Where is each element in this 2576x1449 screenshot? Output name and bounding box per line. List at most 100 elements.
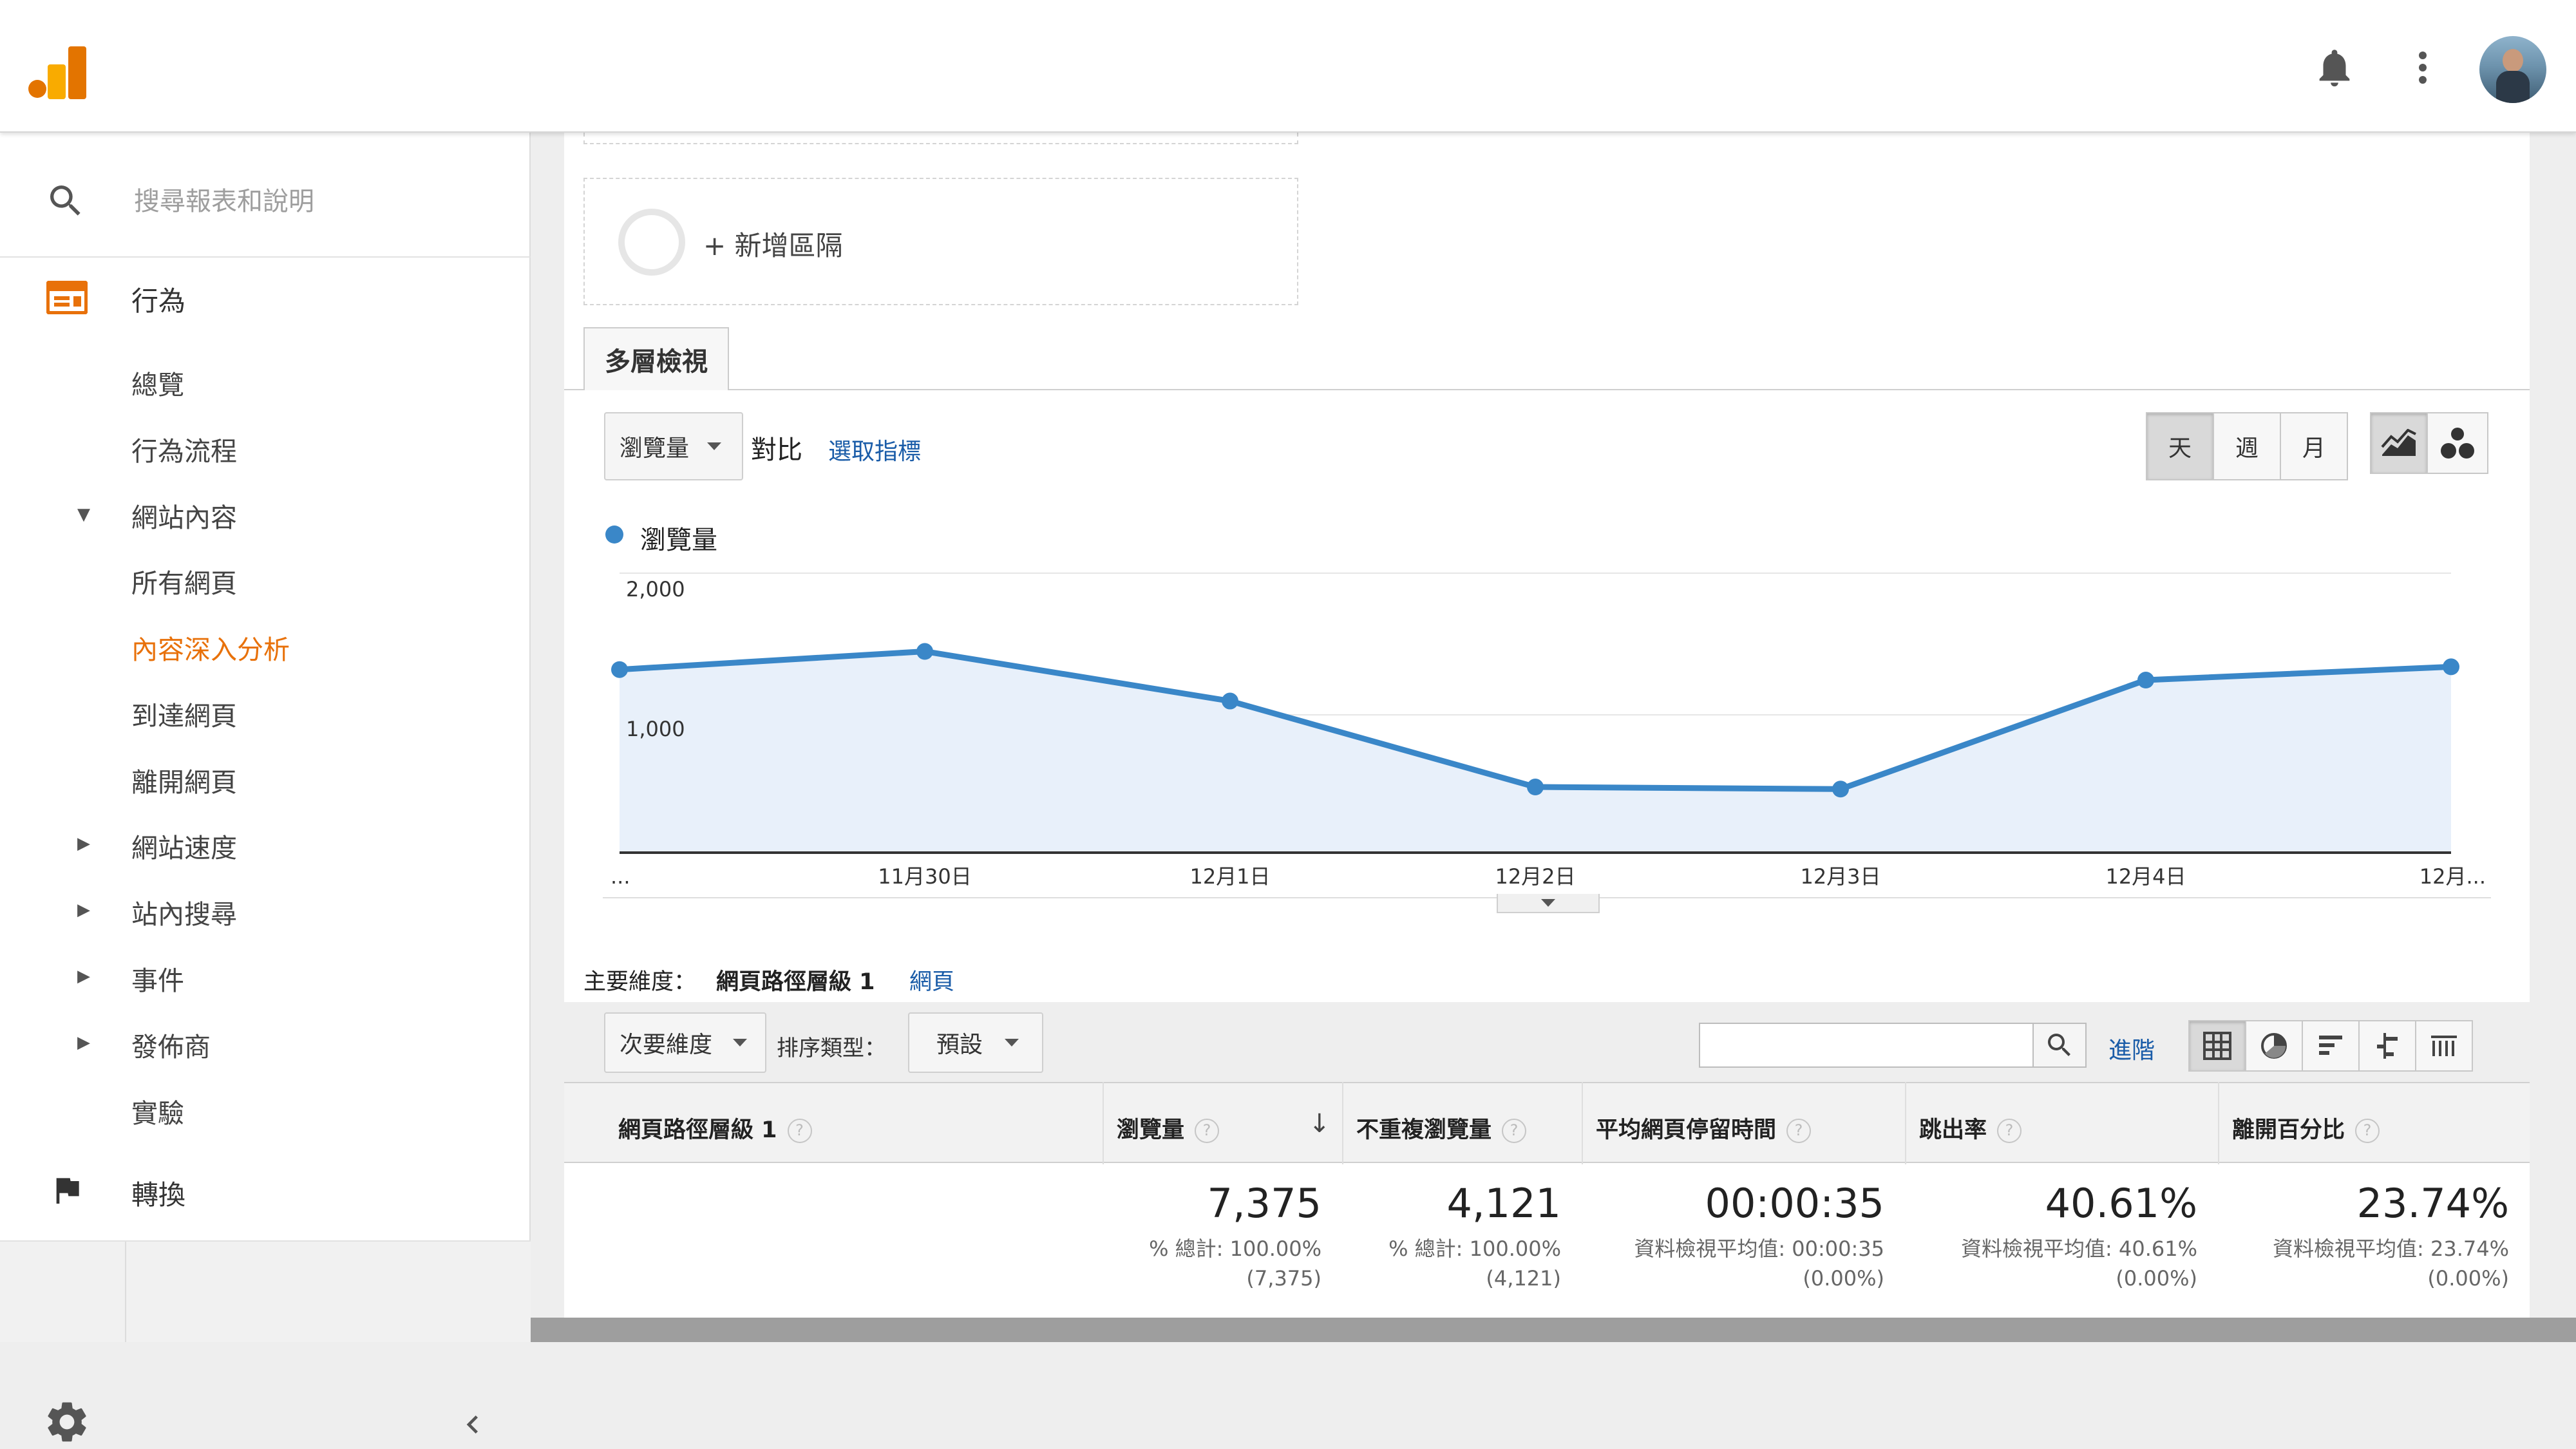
settings-gear-icon[interactable]: [43, 1397, 91, 1446]
add-segment-label[interactable]: + 新增區隔: [703, 224, 843, 263]
sort-descending-arrow-icon[interactable]: ↓: [1309, 1109, 1331, 1139]
divider: [0, 256, 531, 258]
secondary-dimension-label: 次要維度: [620, 1032, 713, 1058]
sort-type-select[interactable]: 預設: [908, 1012, 1043, 1073]
column-header-page-path[interactable]: 網頁路徑層級 1?: [618, 1112, 812, 1144]
sidebar-item-overview[interactable]: 總覽: [131, 363, 184, 402]
sidebar-item-content-drilldown[interactable]: 內容深入分析: [131, 628, 290, 667]
sort-type-value: 預設: [936, 1032, 983, 1058]
view-pie-toggle[interactable]: [2245, 1020, 2303, 1072]
column-header-label: 離開百分比: [2232, 1117, 2345, 1143]
avatar[interactable]: [2479, 36, 2546, 103]
help-icon[interactable]: ?: [787, 1119, 812, 1143]
flag-icon: [49, 1171, 85, 1209]
view-comparison-toggle[interactable]: [2358, 1020, 2416, 1072]
behavior-icon: [46, 280, 88, 315]
expand-right-icon[interactable]: ▶: [77, 834, 90, 853]
legend-label: 瀏覽量: [640, 526, 717, 555]
vs-label: 對比: [751, 435, 802, 465]
total-unique-pageviews-percent: % 總計: 100.00%: [1388, 1236, 1561, 1261]
granularity-day-button[interactable]: 天: [2146, 412, 2214, 480]
column-header-bounce-rate[interactable]: 跳出率?: [1919, 1112, 2022, 1144]
analytics-logo[interactable]: [28, 43, 86, 100]
line-chart-icon: [2381, 429, 2416, 456]
data-point[interactable]: [1832, 781, 1849, 798]
sidebar-item-publisher[interactable]: 發佈商: [131, 1025, 211, 1064]
column-header-exit-rate[interactable]: 離開百分比?: [2232, 1112, 2380, 1144]
horizontal-scrollbar[interactable]: [531, 1318, 2576, 1342]
total-bounce-rate-delta: (0.00%): [2116, 1266, 2197, 1291]
advanced-filter-link[interactable]: 進階: [2108, 1032, 2155, 1065]
data-point[interactable]: [611, 661, 628, 678]
comparison-icon: [2377, 1033, 2398, 1059]
sidebar-item-experiments[interactable]: 實驗: [131, 1092, 184, 1130]
sort-type-label: 排序類型：: [777, 1036, 886, 1061]
sidebar-item-site-search[interactable]: 站內搜尋: [131, 893, 237, 931]
expand-right-icon[interactable]: ▶: [77, 1033, 90, 1052]
line-chart-toggle[interactable]: [2370, 412, 2428, 474]
dimension-page-link[interactable]: 網頁: [909, 963, 954, 996]
sidebar-footer: [0, 1242, 531, 1342]
nav-section-conversions[interactable]: 轉換: [131, 1173, 185, 1213]
view-performance-toggle[interactable]: [2302, 1020, 2360, 1072]
tab-explorer[interactable]: 多層檢視: [583, 327, 729, 390]
x-tick-label: 12月2日: [1495, 864, 1575, 889]
help-icon[interactable]: ?: [1502, 1119, 1527, 1143]
help-icon[interactable]: ?: [1195, 1119, 1220, 1143]
expand-down-icon[interactable]: ▼: [77, 505, 90, 524]
total-exit-rate-view-avg: 資料檢視平均值: 23.74%: [2273, 1236, 2509, 1261]
column-header-avg-time[interactable]: 平均網頁停留時間?: [1596, 1112, 1812, 1144]
notifications-bell-icon[interactable]: [2312, 45, 2357, 90]
help-icon[interactable]: ?: [1997, 1119, 2022, 1143]
chart-resize-handle[interactable]: [1497, 894, 1600, 913]
help-icon[interactable]: ?: [2355, 1119, 2380, 1143]
view-table-toggle[interactable]: [2188, 1020, 2246, 1072]
expand-right-icon[interactable]: ▶: [77, 900, 90, 920]
data-point[interactable]: [2443, 658, 2459, 676]
data-point[interactable]: [2137, 672, 2154, 689]
sidebar-item-site-speed[interactable]: 網站速度: [131, 826, 237, 865]
legend-dot: [605, 526, 623, 544]
chevron-down-icon: [1541, 899, 1555, 907]
sidebar-item-exit-pages[interactable]: 離開網頁: [131, 761, 237, 799]
search-icon[interactable]: [45, 180, 86, 222]
search-input[interactable]: 搜尋報表和說明: [134, 179, 495, 224]
table-search-input[interactable]: [1699, 1023, 2034, 1068]
expand-right-icon[interactable]: ▶: [77, 967, 90, 986]
nav-section-behavior[interactable]: 行為: [131, 279, 185, 319]
add-segment-card[interactable]: + 新增區隔: [583, 178, 1298, 305]
secondary-dimension-select[interactable]: 次要維度: [604, 1012, 766, 1073]
motion-chart-toggle[interactable]: [2427, 412, 2488, 474]
view-pivot-toggle[interactable]: [2415, 1020, 2473, 1072]
more-vert-icon[interactable]: [2410, 45, 2436, 90]
line-chart: 2,000 1,000 ... 11月30日 12月1日 12月2日 12月3日 12月4日…: [603, 573, 2491, 898]
column-header-pageviews[interactable]: 瀏覽量?: [1117, 1112, 1220, 1144]
help-icon[interactable]: ?: [1786, 1119, 1812, 1143]
granularity-week-button[interactable]: 週: [2213, 412, 2281, 480]
sidebar-item-events[interactable]: 事件: [131, 959, 184, 998]
x-tick-label: 12月1日: [1189, 864, 1270, 889]
top-app-bar: [0, 0, 2576, 133]
metric-select[interactable]: 瀏覽量: [604, 412, 743, 480]
column-header-unique-pageviews[interactable]: 不重複瀏覽量?: [1356, 1112, 1527, 1144]
data-point[interactable]: [1222, 692, 1238, 710]
sidebar-item-site-content[interactable]: 網站內容: [131, 496, 237, 535]
table-search-button[interactable]: [2032, 1023, 2087, 1068]
column-header-label: 瀏覽量: [1117, 1117, 1185, 1143]
primary-dimension-label: 主要維度：: [583, 969, 697, 995]
select-metric-link[interactable]: 選取指標: [828, 433, 921, 466]
primary-dimension-selected[interactable]: 網頁路徑層級 1: [716, 963, 875, 996]
granularity-month-button[interactable]: 月: [2280, 412, 2348, 480]
metric-select-label: 瀏覽量: [620, 435, 690, 462]
data-point[interactable]: [1527, 779, 1544, 796]
collapse-chevron-left-icon[interactable]: [455, 1406, 491, 1443]
column-header-label: 跳出率: [1919, 1117, 1987, 1143]
sidebar-item-all-pages[interactable]: 所有網頁: [131, 562, 237, 600]
sidebar-item-behavior-flow[interactable]: 行為流程: [131, 430, 237, 468]
sidebar-item-landing-pages[interactable]: 到達網頁: [131, 694, 237, 733]
total-unique-pageviews: 4,121: [1446, 1180, 1562, 1227]
chevron-down-icon: [733, 1039, 748, 1046]
data-point[interactable]: [916, 643, 933, 660]
y-tick-label: 1,000: [626, 717, 685, 741]
total-bounce-rate: 40.61%: [2045, 1180, 2197, 1227]
